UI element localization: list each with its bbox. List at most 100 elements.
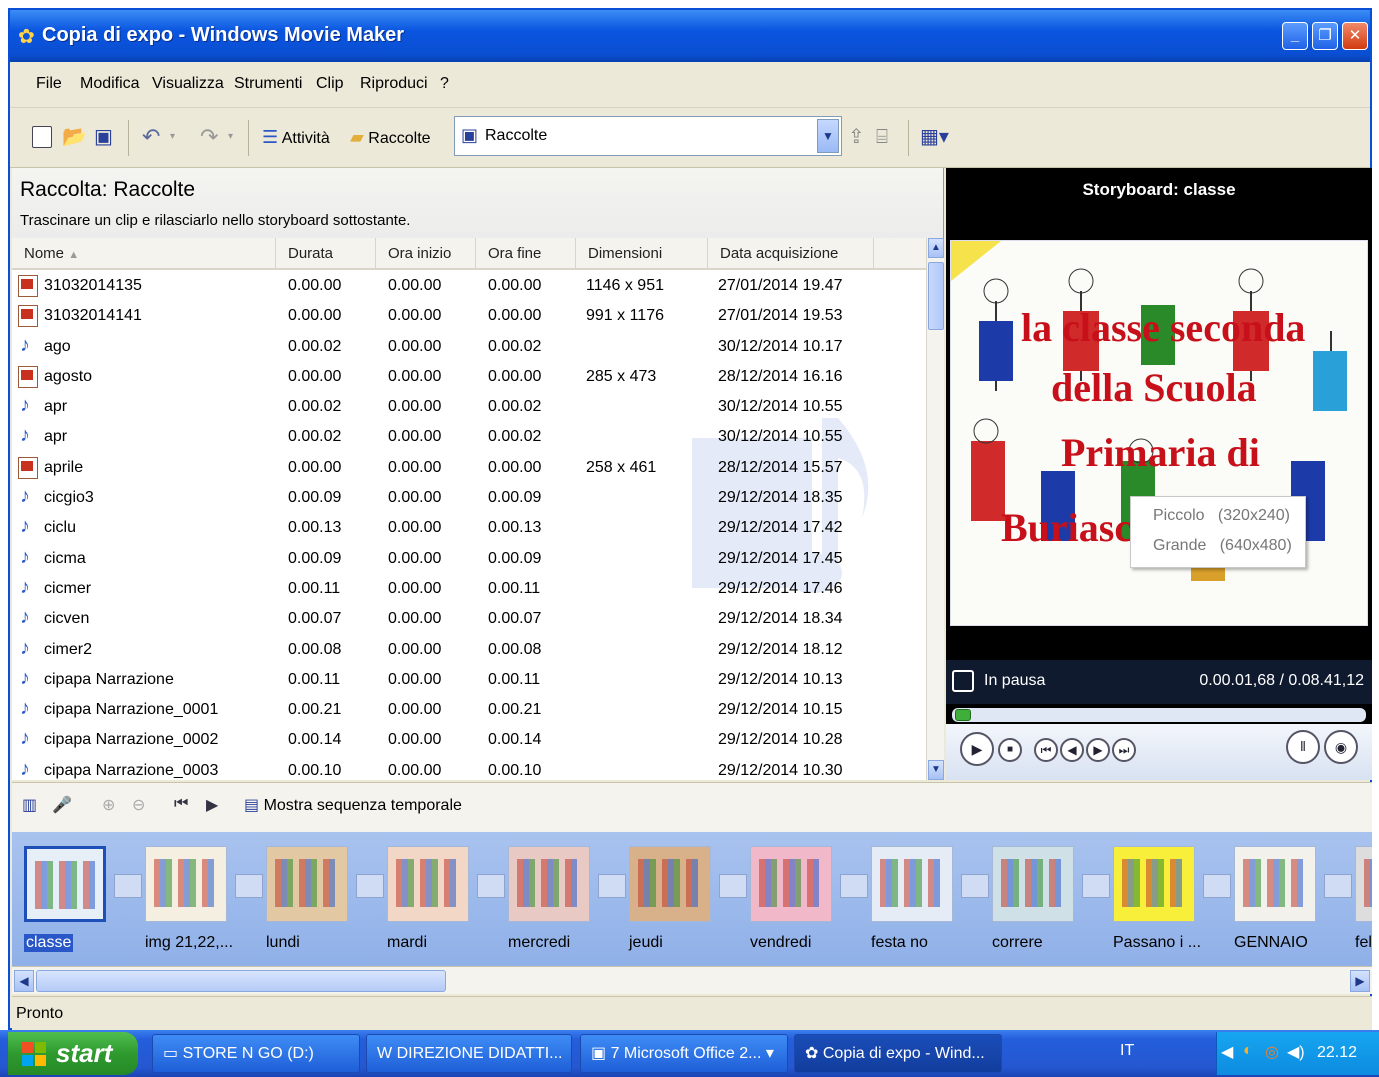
column-ora-fine[interactable]: Ora fine xyxy=(476,238,576,270)
task-movie-maker[interactable]: ✿ Copia di expo - Wind... xyxy=(794,1034,1002,1073)
transition-slot[interactable] xyxy=(235,874,263,898)
storyboard-clip[interactable] xyxy=(24,846,106,922)
previous-frame-icon[interactable]: ◀ xyxy=(1060,738,1084,762)
list-item[interactable]: cimer2 0.00.08 0.00.00 0.00.08 29/12/2014 18… xyxy=(12,636,926,666)
menu-file[interactable]: File xyxy=(36,75,62,93)
transition-slot[interactable] xyxy=(961,874,989,898)
list-item[interactable]: ciclu 0.00.13 0.00.00 0.00.13 29/12/2014 17.… xyxy=(12,514,926,544)
scroll-right-icon[interactable]: ▶ xyxy=(1350,970,1370,992)
storyboard-clip[interactable] xyxy=(750,846,832,922)
storyboard-scroll-thumb[interactable] xyxy=(36,970,446,992)
preview-screen[interactable]: la classe seconda della Scuola Primaria … xyxy=(950,240,1368,626)
transition-slot[interactable] xyxy=(356,874,384,898)
menu-modifica[interactable]: Modifica xyxy=(80,75,140,93)
next-frame-icon[interactable]: ▶ xyxy=(1086,738,1110,762)
storyboard-clip[interactable] xyxy=(871,846,953,922)
zoom-out-icon[interactable]: ⊖ xyxy=(132,795,145,815)
column-durata[interactable]: Durata xyxy=(276,238,376,270)
open-project-icon[interactable]: 📂 xyxy=(62,122,87,152)
show-timeline-button[interactable]: ▤ Mostra sequenza temporale xyxy=(244,795,462,815)
column-ora-inizio[interactable]: Ora inizio xyxy=(376,238,476,270)
stop-icon[interactable]: ■ xyxy=(998,738,1022,762)
up-level-icon[interactable]: ⇪ xyxy=(848,122,865,152)
redo-icon[interactable]: ↷ xyxy=(200,122,218,152)
close-button[interactable]: ✕ xyxy=(1342,22,1368,50)
maximize-button[interactable]: ❐ xyxy=(1312,22,1338,50)
transition-slot[interactable] xyxy=(719,874,747,898)
tray-expand-icon[interactable]: ◀ xyxy=(1221,1042,1233,1062)
popup-item-large[interactable]: Grande (640x480) xyxy=(1153,537,1292,555)
undo-dropdown-icon[interactable]: ▾ xyxy=(170,122,175,152)
list-item[interactable]: cipapa Narrazione 0.00.11 0.00.00 0.00.11 29… xyxy=(12,666,926,696)
play-icon[interactable]: ▶ xyxy=(960,732,994,766)
menu-strumenti[interactable]: Strumenti xyxy=(234,75,302,93)
collection-combo[interactable]: ▣ Raccolte ▼ xyxy=(454,116,842,156)
storyboard-clip[interactable] xyxy=(1113,846,1195,922)
antivirus-icon[interactable]: ◐ xyxy=(1243,1042,1253,1060)
rewind-storyboard-icon[interactable]: ⏮ xyxy=(174,795,188,813)
transition-slot[interactable] xyxy=(477,874,505,898)
seek-bar[interactable] xyxy=(952,708,1366,722)
seek-knob[interactable] xyxy=(955,709,972,721)
go-to-start-icon[interactable]: ⏮ xyxy=(1034,738,1058,762)
undo-icon[interactable]: ↶ xyxy=(142,122,160,152)
menu-clip[interactable]: Clip xyxy=(316,75,344,93)
scroll-left-icon[interactable]: ◀ xyxy=(14,970,34,992)
scroll-thumb[interactable] xyxy=(928,262,944,330)
title-bar[interactable]: ✿ Copia di expo - Windows Movie Maker _ … xyxy=(10,10,1370,62)
transition-slot[interactable] xyxy=(114,874,142,898)
list-item[interactable]: cipapa Narrazione_0002 0.00.14 0.00.00 0.00… xyxy=(12,726,926,756)
storyboard-clip[interactable] xyxy=(266,846,348,922)
list-item[interactable]: apr 0.00.02 0.00.00 0.00.02 30/12/2014 10.55 xyxy=(12,393,926,423)
task-word-document[interactable]: W DIREZIONE DIDATTI... xyxy=(366,1034,572,1073)
take-picture-icon[interactable]: ◉ xyxy=(1324,730,1358,764)
storyboard-clip[interactable] xyxy=(145,846,227,922)
storyboard-clip[interactable] xyxy=(1234,846,1316,922)
column-dimensioni[interactable]: Dimensioni xyxy=(576,238,708,270)
list-item[interactable]: 31032014135 0.00.00 0.00.00 0.00.00 1146 x 9… xyxy=(12,272,926,302)
storyboard-clip[interactable] xyxy=(629,846,711,922)
list-item[interactable]: cipapa Narrazione_0001 0.00.21 0.00.00 0.00… xyxy=(12,696,926,726)
new-project-icon[interactable] xyxy=(32,122,52,152)
storyboard-clip[interactable] xyxy=(992,846,1074,922)
list-item[interactable]: cicgio3 0.00.09 0.00.00 0.00.09 29/12/2014 1… xyxy=(12,484,926,514)
list-item[interactable]: cicven 0.00.07 0.00.00 0.00.07 29/12/2014 18… xyxy=(12,605,926,635)
save-icon[interactable]: ▣ xyxy=(94,122,113,152)
zoom-in-icon[interactable]: ⊕ xyxy=(102,795,115,815)
chevron-down-icon[interactable]: ▼ xyxy=(817,119,839,153)
volume-icon[interactable]: ◀) xyxy=(1287,1042,1305,1062)
fullscreen-icon[interactable] xyxy=(952,670,974,692)
task-store-n-go[interactable]: ▭ STORE N GO (D:) xyxy=(152,1034,360,1073)
list-scrollbar[interactable]: ▲ ▼ xyxy=(926,238,944,780)
transition-slot[interactable] xyxy=(1203,874,1231,898)
menu-riproduci[interactable]: Riproduci xyxy=(360,75,428,93)
scroll-up-icon[interactable]: ▲ xyxy=(928,238,944,258)
narrate-icon[interactable]: 🎤 xyxy=(52,795,72,815)
language-indicator[interactable]: IT xyxy=(1120,1042,1134,1060)
list-item[interactable]: cicmer 0.00.11 0.00.00 0.00.11 29/12/2014 17… xyxy=(12,575,926,605)
popup-item-small[interactable]: Piccolo (320x240) xyxy=(1153,507,1290,525)
transition-slot[interactable] xyxy=(598,874,626,898)
storyboard-clip[interactable] xyxy=(1355,846,1372,922)
collections-button[interactable]: ▰ Raccolte xyxy=(350,122,431,152)
scroll-down-icon[interactable]: ▼ xyxy=(928,760,944,780)
redo-dropdown-icon[interactable]: ▾ xyxy=(228,122,233,152)
transition-slot[interactable] xyxy=(840,874,868,898)
task-office-group[interactable]: ▣ 7 Microsoft Office 2... ▾ xyxy=(580,1034,788,1073)
network-icon[interactable]: ◎ xyxy=(1265,1042,1279,1062)
list-item[interactable]: cicma 0.00.09 0.00.00 0.00.09 29/12/2014 17.… xyxy=(12,545,926,575)
storyboard-clip[interactable] xyxy=(387,846,469,922)
start-button[interactable]: start xyxy=(8,1032,138,1075)
list-item[interactable]: ago 0.00.02 0.00.00 0.00.02 30/12/2014 10.17 xyxy=(12,333,926,363)
tasks-button[interactable]: ☰ Attività xyxy=(262,122,330,152)
views-icon[interactable]: ▦▾ xyxy=(920,122,949,152)
go-to-end-icon[interactable]: ⏭ xyxy=(1112,738,1136,762)
play-storyboard-icon[interactable]: ▶ xyxy=(206,795,218,815)
list-item[interactable]: aprile 0.00.00 0.00.00 0.00.00 258 x 461 28/1… xyxy=(12,454,926,484)
list-item[interactable]: 31032014141 0.00.00 0.00.00 0.00.00 991 x 11… xyxy=(12,302,926,332)
list-item[interactable]: apr 0.00.02 0.00.00 0.00.02 30/12/2014 10.55 xyxy=(12,423,926,453)
minimize-button[interactable]: _ xyxy=(1282,22,1308,50)
transition-slot[interactable] xyxy=(1324,874,1352,898)
list-item[interactable]: agosto 0.00.00 0.00.00 0.00.00 285 x 473 28/1… xyxy=(12,363,926,393)
transition-slot[interactable] xyxy=(1082,874,1110,898)
